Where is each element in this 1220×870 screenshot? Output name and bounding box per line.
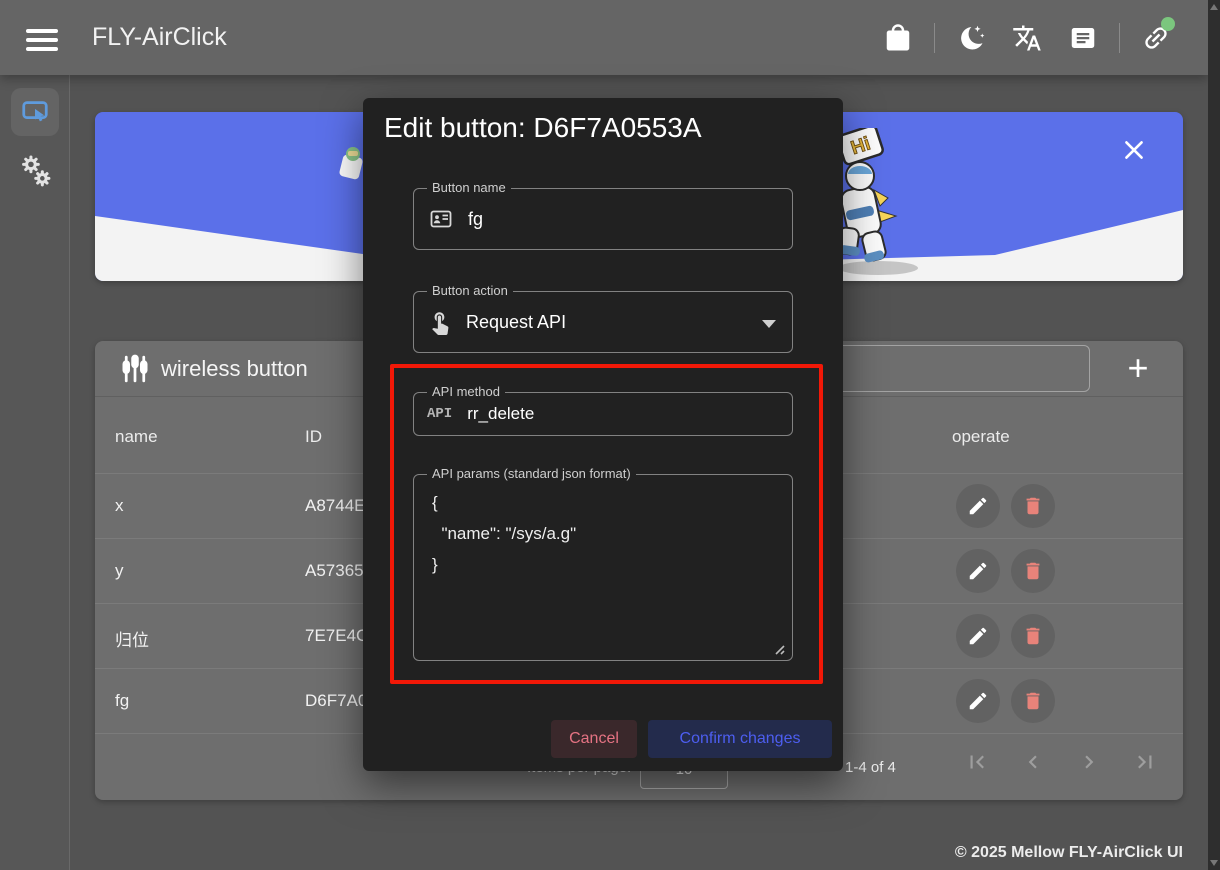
link-icon[interactable]: [1141, 23, 1171, 53]
app-bar: FLY-AirClick: [0, 0, 1208, 75]
footer-copyright: © 2025 Mellow FLY-AirClick UI: [955, 844, 1183, 862]
edit-button-dialog: Edit button: D6F7A0553A Button name fg B…: [363, 98, 843, 771]
panel-title: wireless button: [161, 341, 308, 397]
tune-icon: [120, 354, 150, 384]
edit-button[interactable]: [956, 679, 1000, 723]
sidebar-item-remote[interactable]: [11, 88, 59, 136]
next-page-icon[interactable]: [1076, 749, 1102, 775]
delete-button[interactable]: [1011, 614, 1055, 658]
confirm-changes-button[interactable]: Confirm changes: [648, 720, 832, 758]
edit-button[interactable]: [956, 484, 1000, 528]
row-name: y: [115, 561, 124, 581]
log-icon[interactable]: [1068, 23, 1098, 53]
cancel-button[interactable]: Cancel: [551, 720, 637, 758]
add-button[interactable]: +: [1115, 347, 1161, 391]
translate-icon[interactable]: [1012, 23, 1042, 53]
touch-screen-icon: [20, 97, 50, 127]
api-params-textarea[interactable]: { "name": "/sys/a.g" }: [420, 485, 786, 653]
pagination-range: 1-4 of 4: [845, 759, 896, 776]
button-name-field[interactable]: Button name fg: [413, 188, 793, 250]
touch-app-icon: [427, 309, 453, 335]
edit-button[interactable]: [956, 549, 1000, 593]
row-id: A57365: [305, 561, 364, 581]
first-page-icon[interactable]: [964, 749, 990, 775]
connection-status-dot: [1161, 17, 1175, 31]
trash-icon: [1027, 563, 1040, 580]
scroll-down-icon[interactable]: [1210, 860, 1218, 866]
dialog-actions: Cancel Confirm changes: [363, 720, 843, 758]
api-method-value[interactable]: rr_delete: [467, 404, 534, 424]
delete-button[interactable]: [1011, 679, 1055, 723]
dialog-title: Edit button: D6F7A0553A: [384, 112, 702, 144]
pencil-icon: [970, 693, 987, 710]
page-scrollbar[interactable]: [1208, 0, 1220, 870]
store-bag-icon[interactable]: [883, 23, 913, 53]
pencil-icon: [970, 498, 987, 515]
button-action-select[interactable]: Button action Request API: [413, 291, 793, 353]
trash-icon: [1027, 628, 1040, 645]
column-header-id: ID: [305, 427, 322, 447]
delete-button[interactable]: [1011, 484, 1055, 528]
pencil-icon: [970, 628, 987, 645]
topbar-icons: [870, 0, 1184, 75]
gears-icon: [17, 153, 55, 191]
last-page-icon[interactable]: [1132, 749, 1158, 775]
topbar-divider: [1119, 23, 1120, 53]
row-name: fg: [115, 691, 129, 711]
button-name-label: Button name: [427, 180, 511, 195]
row-id: 7E7E4C: [305, 626, 368, 646]
api-icon: API: [427, 406, 452, 422]
button-name-value[interactable]: fg: [468, 209, 483, 230]
row-name: 归位: [115, 626, 149, 651]
page: FLY-AirClick: [0, 0, 1220, 870]
column-header-name: name: [115, 427, 158, 447]
scroll-up-icon[interactable]: [1210, 4, 1218, 10]
trash-icon: [1027, 693, 1040, 710]
column-header-operate: operate: [952, 427, 1010, 447]
app-title: FLY-AirClick: [92, 0, 227, 75]
api-params-label: API params (standard json format): [427, 466, 636, 481]
banner-close-icon[interactable]: [1121, 137, 1147, 163]
sidebar-item-settings[interactable]: [17, 153, 55, 191]
row-name: x: [115, 496, 124, 516]
edit-button[interactable]: [956, 614, 1000, 658]
row-id: A8744E: [305, 496, 366, 516]
api-method-field[interactable]: API method API rr_delete: [413, 392, 793, 436]
trash-icon: [1027, 498, 1040, 515]
button-action-label: Button action: [427, 283, 513, 298]
chevron-down-icon: [762, 320, 776, 328]
api-params-field: API params (standard json format) { "nam…: [413, 474, 793, 661]
delete-button[interactable]: [1011, 549, 1055, 593]
resize-handle-icon[interactable]: [773, 643, 785, 655]
topbar-divider: [934, 23, 935, 53]
api-method-label: API method: [427, 384, 505, 399]
prev-page-icon[interactable]: [1020, 749, 1046, 775]
menu-icon[interactable]: [26, 29, 58, 51]
row-id: D6F7A0: [305, 691, 367, 711]
button-action-value: Request API: [466, 312, 566, 333]
badge-icon: [427, 207, 455, 231]
pencil-icon: [970, 563, 987, 580]
sidebar: [0, 75, 70, 870]
dark-mode-icon[interactable]: [956, 23, 986, 53]
